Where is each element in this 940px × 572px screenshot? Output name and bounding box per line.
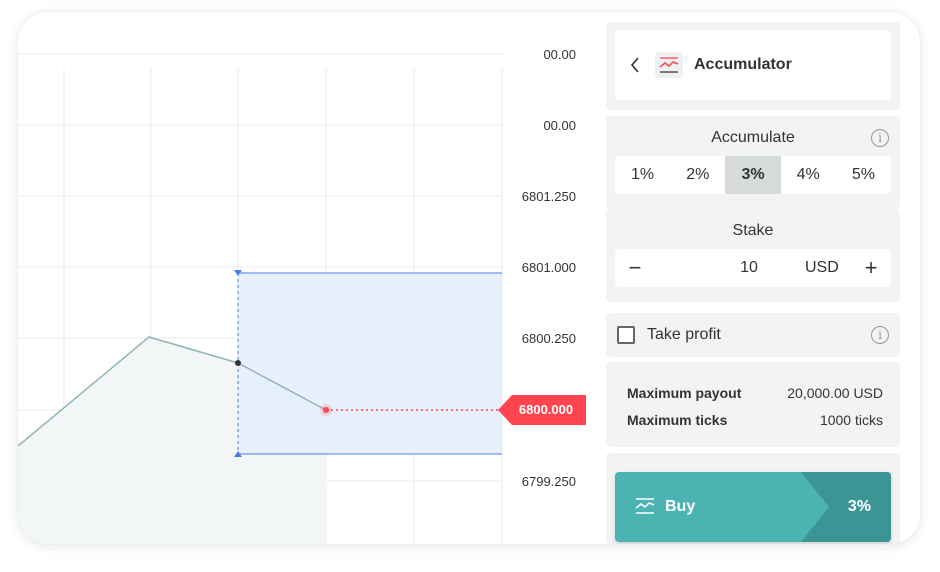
take-profit-section: Take profit i	[606, 313, 900, 357]
stake-section: Stake − 10 USD +	[606, 209, 900, 302]
price-axis-label: 00.00	[543, 118, 576, 133]
current-price-value: 6800.000	[518, 402, 574, 417]
growth-rate-option-3-selected[interactable]: 3%	[725, 156, 781, 194]
stake-currency: USD	[805, 259, 839, 276]
max-ticks-value: 1000 ticks	[819, 412, 883, 428]
take-profit-label: Take profit	[647, 326, 721, 343]
price-axis-label: 00.00	[543, 47, 576, 62]
max-payout-label: Maximum payout	[627, 385, 742, 401]
accumulate-title: Accumulate	[711, 129, 795, 146]
chevron-left-icon[interactable]	[629, 55, 641, 75]
current-price-tag: 6800.000	[498, 395, 586, 425]
stake-increase-button[interactable]: +	[856, 249, 886, 287]
trade-card: 00.00 00.00 6801.250 6801.000 6800.250 6…	[18, 12, 920, 544]
accumulator-icon	[655, 52, 683, 78]
buy-percent: 3%	[847, 498, 871, 515]
stake-input-group: − 10 USD +	[615, 249, 891, 287]
growth-rate-option-4[interactable]: 4%	[781, 156, 836, 194]
trade-type-header[interactable]: Accumulator	[615, 30, 891, 100]
info-icon[interactable]: i	[871, 326, 889, 344]
price-axis-label: 6800.250	[521, 331, 576, 346]
stake-input[interactable]: 10	[719, 249, 779, 287]
buy-button[interactable]: Buy 3%	[615, 472, 891, 542]
accumulate-section: Accumulate i 1% 2% 3% 4% 5%	[606, 116, 900, 209]
stake-title: Stake	[732, 222, 774, 239]
entry-spot-dot	[235, 360, 241, 366]
price-axis-label: 6801.000	[521, 260, 576, 275]
growth-rate-selector: 1% 2% 3% 4% 5%	[615, 156, 891, 194]
trade-params-panel: Accumulator Accumulate i 1% 2% 3% 4% 5% …	[606, 22, 900, 544]
max-ticks-label: Maximum ticks	[627, 412, 728, 428]
buy-label: Buy	[665, 498, 696, 515]
growth-rate-option-2[interactable]: 2%	[670, 156, 725, 194]
take-profit-checkbox[interactable]	[617, 326, 635, 344]
payout-info-section: Maximum payout 20,000.00 USD Maximum tic…	[606, 362, 900, 447]
stake-decrease-button[interactable]: −	[620, 249, 650, 287]
max-payout-value: 20,000.00 USD	[787, 385, 883, 401]
price-axis-label: 6801.250	[521, 189, 576, 204]
price-chart[interactable]: 00.00 00.00 6801.250 6801.000 6800.250 6…	[18, 12, 606, 544]
price-axis-label: 6799.250	[521, 474, 576, 489]
growth-rate-option-5[interactable]: 5%	[836, 156, 891, 194]
barrier-zone	[238, 273, 502, 454]
trade-type-section: Accumulator	[606, 22, 900, 110]
current-spot-dot	[323, 407, 329, 413]
trade-type-title: Accumulator	[694, 56, 792, 73]
info-icon[interactable]: i	[871, 129, 889, 147]
accumulator-icon	[635, 498, 655, 514]
chart-canvas	[18, 53, 503, 544]
growth-rate-option-1[interactable]: 1%	[615, 156, 670, 194]
